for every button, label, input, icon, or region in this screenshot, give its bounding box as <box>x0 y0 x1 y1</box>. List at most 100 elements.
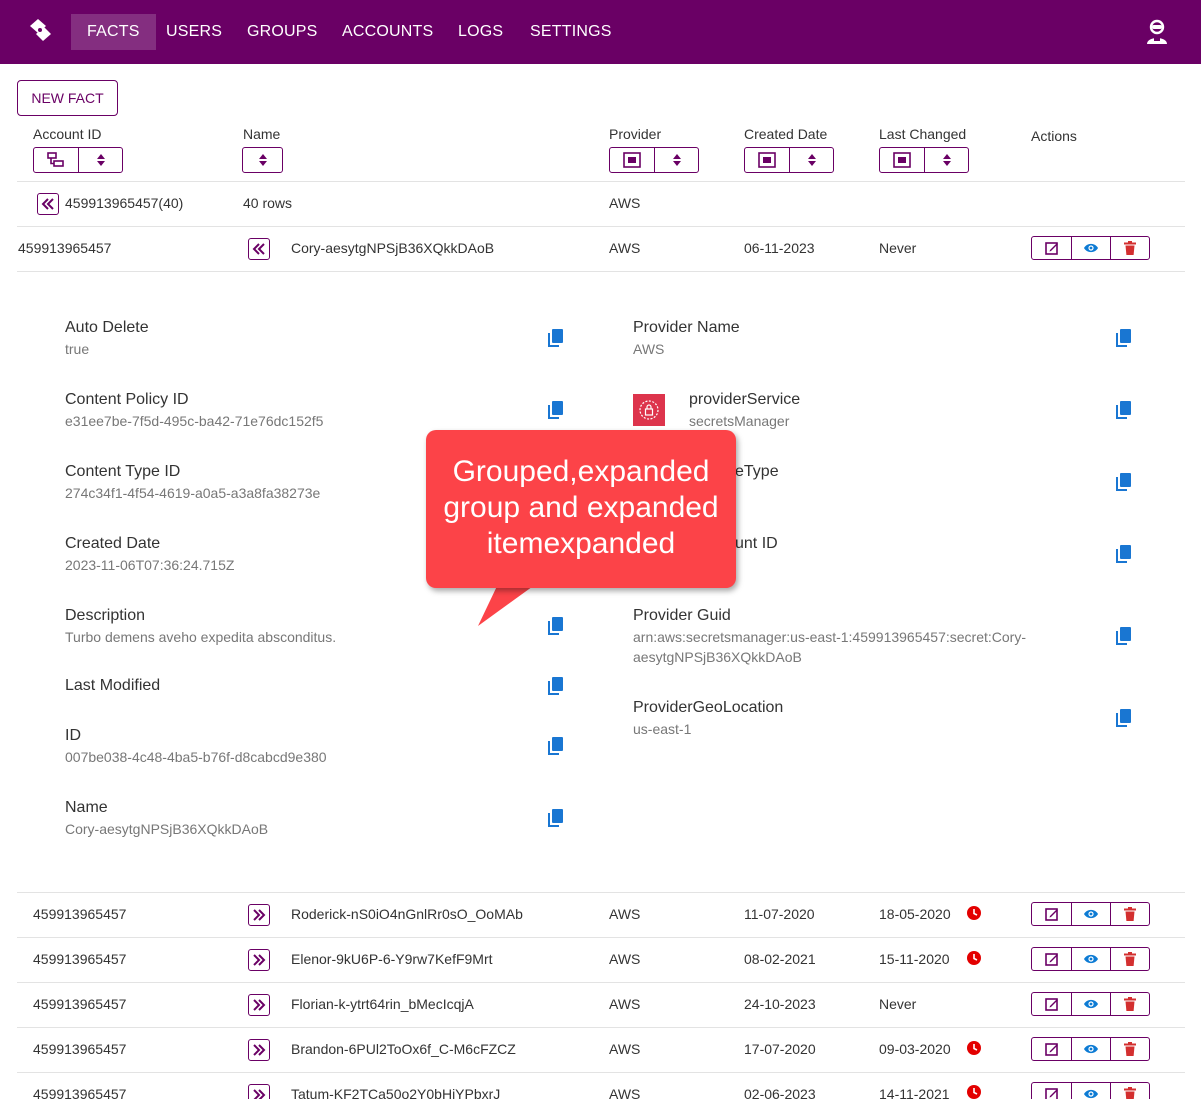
expand-item-button[interactable] <box>248 949 270 971</box>
collapse-group-button[interactable] <box>37 193 59 215</box>
clock-icon <box>967 951 981 965</box>
trash-icon <box>1124 997 1136 1011</box>
eye-icon <box>1084 954 1098 964</box>
view-button[interactable] <box>1071 948 1110 970</box>
expand-item-button[interactable] <box>248 1084 270 1099</box>
edit-button[interactable] <box>1032 993 1071 1015</box>
detail-label-provider-geolocation: ProviderGeoLocation <box>633 699 784 716</box>
row-actions <box>1031 902 1150 926</box>
copy-icon[interactable] <box>547 676 565 696</box>
expanded-row-name: Cory-aesytgNPSjB36XQkkDAoB <box>291 240 495 256</box>
detail-value-auto-delete: true <box>65 341 90 357</box>
edit-icon <box>1044 242 1058 255</box>
delete-button[interactable] <box>1110 1038 1149 1060</box>
expand-item-button[interactable] <box>248 904 270 926</box>
expand-item-button[interactable] <box>248 994 270 1016</box>
row-divider <box>17 1027 1185 1028</box>
detail-label-description: Description <box>65 607 146 624</box>
nav-accounts[interactable]: ACCOUNTS <box>326 14 449 50</box>
app-logo-icon[interactable] <box>26 16 54 44</box>
expand-item-button[interactable] <box>248 1039 270 1061</box>
row-divider <box>17 226 1185 227</box>
sort-provider-button[interactable] <box>654 148 698 172</box>
group-by-account-button[interactable] <box>34 148 78 172</box>
copy-icon[interactable] <box>1115 708 1133 728</box>
row-provider: AWS <box>609 951 641 967</box>
group-row-count: 40 rows <box>243 195 293 211</box>
expanded-row-provider: AWS <box>609 240 641 256</box>
group-by-icon <box>47 152 64 167</box>
edit-icon <box>1044 908 1058 921</box>
nav-facts[interactable]: FACTS <box>71 14 156 50</box>
group-by-icon <box>893 152 911 168</box>
last-changed-sort-controls <box>879 147 969 173</box>
copy-icon[interactable] <box>547 616 565 636</box>
row-actions <box>1031 1082 1150 1099</box>
copy-icon[interactable] <box>1115 328 1133 348</box>
row-divider <box>17 937 1185 938</box>
edit-button[interactable] <box>1032 237 1071 259</box>
row-account-id: 459913965457 <box>33 951 127 967</box>
view-button[interactable] <box>1071 903 1110 925</box>
trash-icon <box>1124 1042 1136 1056</box>
view-button[interactable] <box>1071 237 1110 259</box>
delete-button[interactable] <box>1110 903 1149 925</box>
sort-name-button[interactable] <box>243 148 282 172</box>
name-sort-controls <box>242 147 283 173</box>
copy-icon[interactable] <box>547 400 565 420</box>
sort-created-date-button[interactable] <box>789 148 833 172</box>
view-button[interactable] <box>1071 1083 1110 1099</box>
sort-icon <box>807 154 816 166</box>
delete-button[interactable] <box>1110 1083 1149 1099</box>
edit-button[interactable] <box>1032 903 1071 925</box>
view-button[interactable] <box>1071 993 1110 1015</box>
edit-button[interactable] <box>1032 1083 1071 1099</box>
provider-sort-controls <box>609 147 699 173</box>
trash-icon <box>1124 1087 1136 1099</box>
nav-users[interactable]: USERS <box>150 14 238 50</box>
delete-button[interactable] <box>1110 237 1149 259</box>
detail-value-provider-guid-line2: aesytgNPSjB36XQkkDAoB <box>633 649 802 665</box>
copy-icon[interactable] <box>547 808 565 828</box>
sort-icon <box>672 154 681 166</box>
top-navbar: FACTS USERS GROUPS ACCOUNTS LOGS SETTING… <box>0 0 1201 64</box>
row-name: Elenor-9kU6P-6-Y9rw7KefF9Mrt <box>291 951 493 967</box>
copy-icon[interactable] <box>1115 472 1133 492</box>
row-provider: AWS <box>609 1041 641 1057</box>
new-fact-button[interactable]: NEW FACT <box>17 80 118 116</box>
view-button[interactable] <box>1071 1038 1110 1060</box>
sort-last-changed-button[interactable] <box>924 148 968 172</box>
row-divider <box>17 271 1185 272</box>
group-by-provider-button[interactable] <box>610 148 654 172</box>
edit-button[interactable] <box>1032 1038 1071 1060</box>
row-name: Roderick-nS0iO4nGnlRr0sO_OoMAb <box>291 906 523 922</box>
delete-button[interactable] <box>1110 993 1149 1015</box>
detail-value-provider-guid-line1: arn:aws:secretsmanager:us-east-1:4599139… <box>633 629 1026 645</box>
annotation-callout: Grouped,expanded group and expanded item… <box>426 430 736 588</box>
sort-account-id-button[interactable] <box>78 148 122 172</box>
group-by-created-date-button[interactable] <box>745 148 789 172</box>
copy-icon[interactable] <box>1115 626 1133 646</box>
detail-value-provider-name: AWS <box>633 341 665 357</box>
copy-icon[interactable] <box>1115 544 1133 564</box>
detail-value-id: 007be038-4c48-4ba5-b76f-d8cabcd9e380 <box>65 749 327 765</box>
trash-icon <box>1124 907 1136 921</box>
nav-logs[interactable]: LOGS <box>442 14 519 50</box>
eye-icon <box>1084 1044 1098 1054</box>
edit-button[interactable] <box>1032 948 1071 970</box>
copy-icon[interactable] <box>1115 400 1133 420</box>
trash-icon <box>1124 241 1136 255</box>
copy-icon[interactable] <box>547 328 565 348</box>
group-by-last-changed-button[interactable] <box>880 148 924 172</box>
user-account-icon[interactable] <box>1143 18 1171 46</box>
collapse-item-button[interactable] <box>248 238 270 260</box>
row-account-id: 459913965457 <box>33 1041 127 1057</box>
delete-button[interactable] <box>1110 948 1149 970</box>
copy-icon[interactable] <box>547 736 565 756</box>
row-provider: AWS <box>609 996 641 1012</box>
row-divider <box>17 1072 1185 1073</box>
chevrons-right-icon <box>253 1044 266 1056</box>
nav-groups[interactable]: GROUPS <box>231 14 334 50</box>
row-account-id: 459913965457 <box>33 1086 127 1099</box>
nav-settings[interactable]: SETTINGS <box>514 14 628 50</box>
